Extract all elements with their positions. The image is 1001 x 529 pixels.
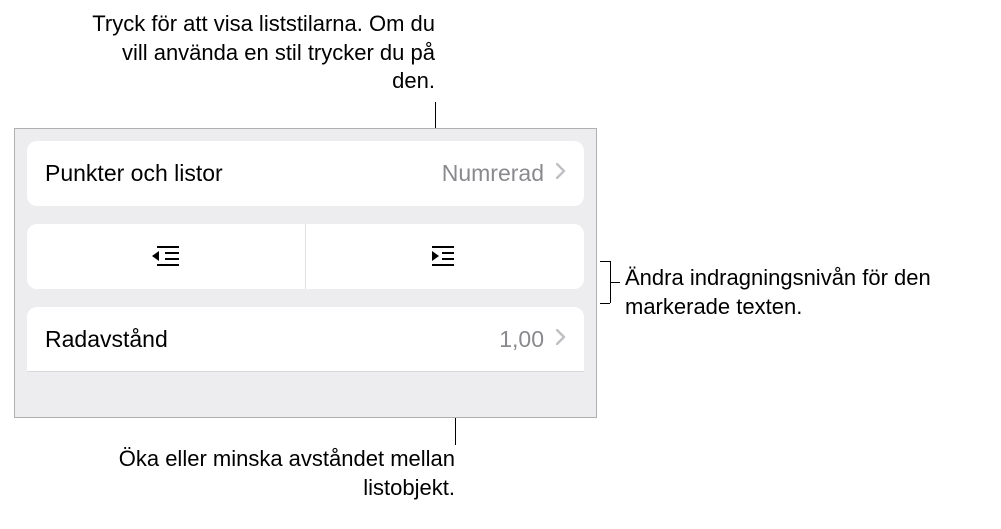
indent-button[interactable] [306,224,584,289]
outdent-button[interactable] [27,224,306,289]
callout-list-styles: Tryck för att visa liststilarna. Om du v… [85,10,435,96]
callout-spacing: Öka eller minska avståndet mellan listob… [105,445,455,502]
indent-icon [428,244,462,270]
line-spacing-value: 1,00 [499,326,544,353]
formatting-panel: Punkter och listor Numrerad [14,128,597,418]
bullets-lists-value: Numrerad [442,160,544,187]
callout-indent: Ändra indragningsnivån för den markerade… [625,264,1001,321]
bullets-lists-label: Punkter och listor [45,160,442,187]
chevron-right-icon [556,328,566,351]
line-spacing-row[interactable]: Radavstånd 1,00 [27,307,584,372]
outdent-icon [149,244,183,270]
line-spacing-label: Radavstånd [45,326,499,353]
indent-controls-row [27,224,584,289]
bullets-and-lists-row[interactable]: Punkter och listor Numrerad [27,141,584,206]
chevron-right-icon [556,162,566,185]
